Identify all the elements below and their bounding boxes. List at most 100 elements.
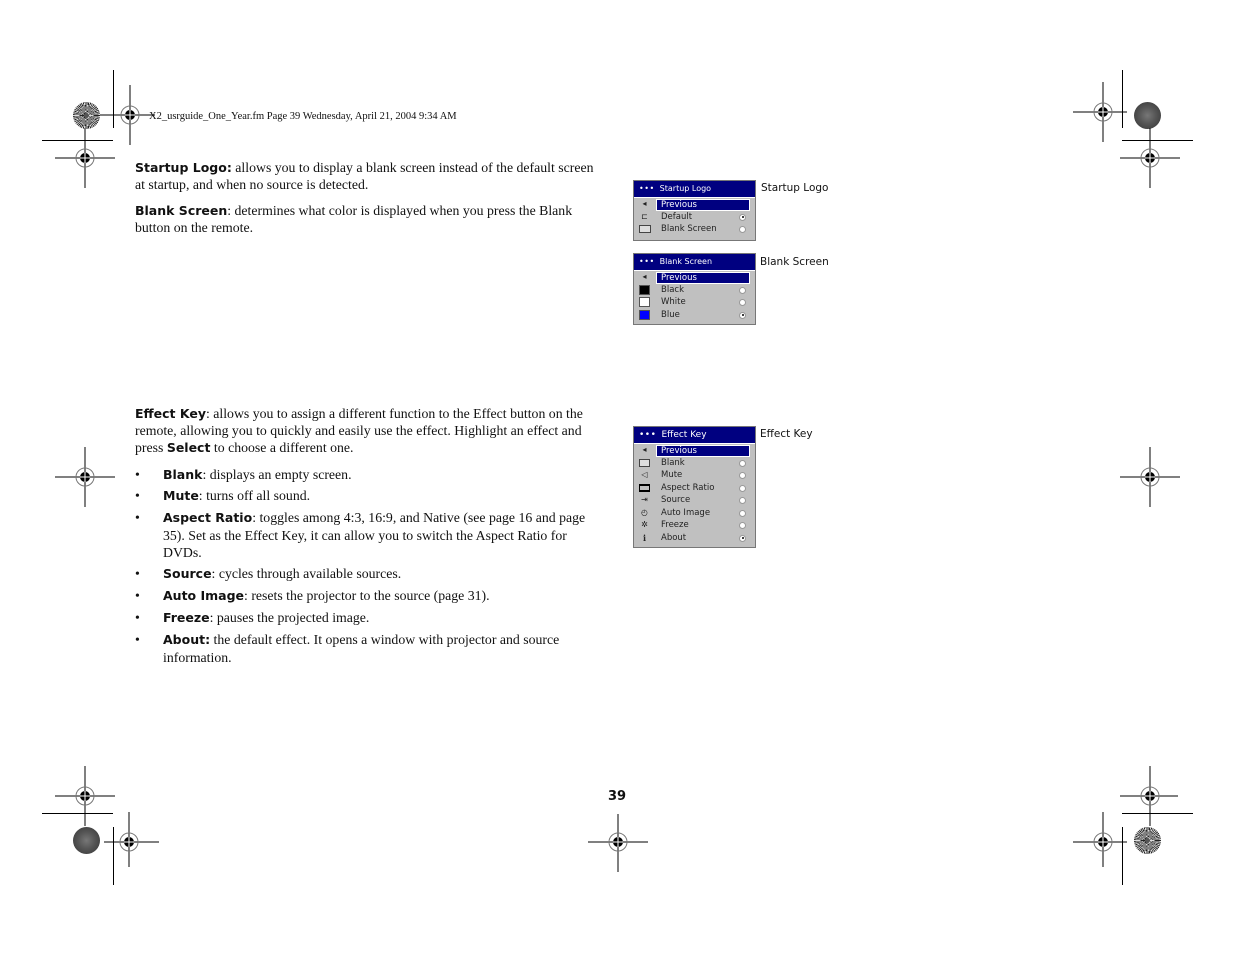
menu-title: Startup Logo (659, 184, 712, 193)
menu-item-blank[interactable]: Blank (634, 457, 755, 470)
menu-item-label: Previous (656, 199, 750, 211)
list-item: • Blank: displays an empty screen. (135, 466, 605, 484)
radio-button[interactable] (739, 226, 746, 233)
list-item: • Mute: turns off all sound. (135, 487, 605, 505)
registration-target-icon (104, 812, 159, 867)
startup-logo-menu: ••• Startup Logo ◂ Previous ⊏ Default Bla… (633, 180, 756, 241)
registration-disc-icon (73, 827, 100, 854)
menu-title: Blank Screen (659, 257, 713, 266)
menu-item-auto-image[interactable]: ◴ Auto Image (634, 507, 755, 520)
blue-swatch-icon (639, 309, 650, 320)
description: : pauses the projected image. (209, 610, 370, 625)
auto-image-icon: ◴ (641, 507, 648, 517)
menu-item-aspect-ratio[interactable]: Aspect Ratio (634, 482, 755, 495)
menu-item-label: Previous (656, 272, 750, 284)
radio-button[interactable] (739, 497, 746, 504)
bullet-icon: • (135, 488, 140, 503)
menu-title-bar: ••• Effect Key (634, 427, 755, 444)
description: : cycles through available sources. (211, 566, 402, 581)
logo-icon: ⊏ (641, 211, 648, 221)
menu-item-label: White (661, 297, 686, 307)
list-item: • Auto Image: resets the projector to the… (135, 587, 605, 605)
term: Aspect Ratio (163, 510, 253, 525)
menu-dots-icon: ••• (639, 257, 655, 266)
mute-icon: ◁ (641, 470, 648, 479)
registration-disc-icon (73, 102, 100, 129)
menu-dots-icon: ••• (639, 430, 657, 440)
term: Blank Screen (135, 203, 228, 218)
radio-button[interactable] (739, 299, 746, 306)
term: Mute (163, 488, 199, 503)
bullet-icon: • (135, 632, 140, 647)
menu-item-mute[interactable]: ◁ Mute (634, 469, 755, 482)
menu-item-freeze[interactable]: ✲ Freeze (634, 519, 755, 532)
startup-logo-caption: Startup Logo (761, 182, 829, 194)
registration-target-icon (55, 128, 115, 188)
radio-button[interactable] (739, 213, 746, 221)
blank-screen-caption: Blank Screen (760, 256, 829, 268)
back-arrow-icon: ◂ (642, 445, 647, 454)
term: About: (163, 632, 211, 647)
bullet-icon: • (135, 566, 140, 581)
menu-item-blue[interactable]: Blue (634, 309, 755, 322)
menu-item-label: Black (661, 284, 684, 295)
bullet-icon: • (135, 510, 140, 525)
registration-target-icon (55, 447, 115, 507)
menu-item-source[interactable]: ⇥ Source (634, 494, 755, 507)
black-swatch-icon (639, 284, 650, 295)
radio-button[interactable] (739, 509, 746, 517)
menu-item-white[interactable]: White (634, 296, 755, 309)
menu-item-default[interactable]: ⊏ Default (634, 211, 755, 224)
menu-item-label: Auto Image (661, 507, 711, 518)
menu-item-label: Source (661, 495, 691, 505)
radio-button[interactable] (739, 311, 746, 319)
menu-item-blank-screen[interactable]: Blank Screen (634, 223, 755, 236)
aspect-ratio-icon (639, 483, 650, 492)
blank-screen-menu: ••• Blank Screen ◂ Previous Black White B… (633, 253, 756, 325)
blank-screen-icon (639, 225, 651, 233)
menu-item-previous[interactable]: ◂ Previous (634, 271, 755, 284)
registration-target-icon (1120, 128, 1180, 188)
term: Auto Image (163, 588, 245, 603)
registration-target-icon (1073, 812, 1127, 867)
term: Blank (163, 467, 203, 482)
radio-button[interactable] (739, 472, 746, 479)
freeze-icon: ✲ (641, 520, 648, 529)
radio-button[interactable] (739, 534, 746, 542)
bullet-icon: • (135, 610, 140, 625)
crop-line (1122, 70, 1123, 128)
back-arrow-icon: ◂ (642, 272, 647, 281)
list-item: • Aspect Ratio: toggles among 4:3, 16:9, … (135, 509, 605, 562)
file-header: X2_usrguide_One_Year.fm Page 39 Wednesda… (149, 111, 457, 122)
menu-title-bar: ••• Startup Logo (634, 181, 755, 198)
menu-item-label: Freeze (661, 520, 689, 530)
radio-button[interactable] (739, 286, 746, 294)
menu-title-bar: ••• Blank Screen (634, 254, 755, 271)
term: Startup Logo: (135, 160, 232, 175)
about-icon: i (642, 532, 647, 543)
menu-item-label: Blue (661, 309, 680, 320)
menu-item-previous[interactable]: ◂ Previous (634, 198, 755, 211)
menu-item-label: Default (661, 211, 693, 222)
select-term: Select (166, 440, 211, 455)
effect-key-paragraph: Effect Key: allows you to assign a diffe… (135, 405, 605, 456)
term: Freeze (163, 610, 210, 625)
description: the default effect. It opens a window wi… (163, 632, 560, 665)
menu-item-previous[interactable]: ◂ Previous (634, 444, 755, 457)
list-item: • About: the default effect. It opens a w… (135, 631, 605, 666)
term: Effect Key (135, 406, 206, 421)
list-item: • Source: cycles through available source… (135, 565, 605, 583)
radio-button[interactable] (739, 459, 746, 467)
radio-button[interactable] (739, 522, 746, 529)
description: : displays an empty screen. (202, 467, 352, 482)
menu-item-label: Blank (661, 457, 685, 468)
menu-item-about[interactable]: i About (634, 532, 755, 545)
bullet-icon: • (135, 588, 140, 603)
registration-disc-icon (1134, 102, 1161, 129)
menu-item-label: Aspect Ratio (661, 482, 715, 493)
menu-item-label: Blank Screen (661, 224, 717, 234)
radio-button[interactable] (739, 484, 746, 492)
term: Source (163, 566, 212, 581)
menu-item-black[interactable]: Black (634, 284, 755, 297)
blank-screen-paragraph: Blank Screen: determines what color is d… (135, 202, 605, 236)
